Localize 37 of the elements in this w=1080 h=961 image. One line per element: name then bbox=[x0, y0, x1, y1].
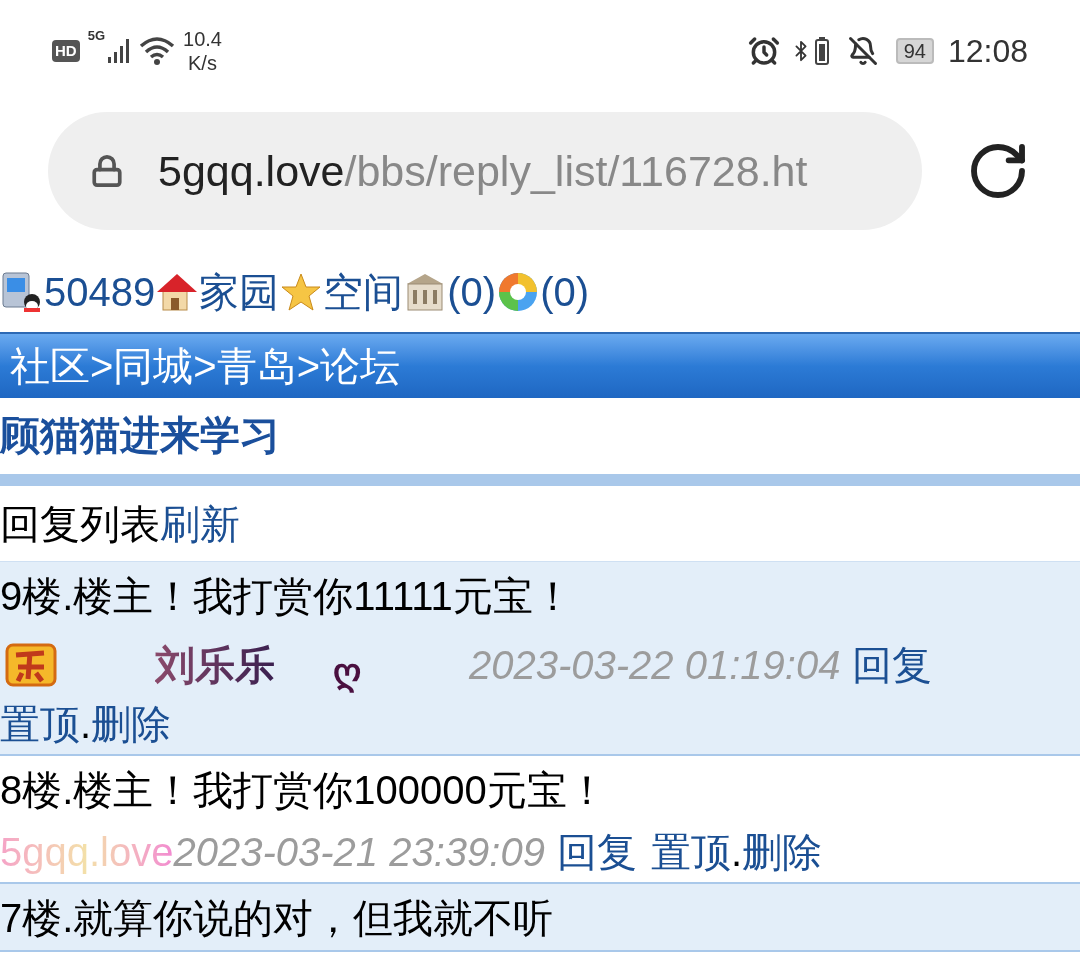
battery-level: 94 bbox=[895, 38, 934, 64]
pin-link[interactable]: 置顶 bbox=[650, 826, 731, 878]
delete-link[interactable]: 删除 bbox=[742, 826, 823, 878]
battery-icon bbox=[813, 36, 830, 66]
bell-off-icon bbox=[847, 36, 878, 66]
wifi-icon bbox=[139, 36, 175, 66]
reply-link[interactable]: 回复 bbox=[852, 639, 933, 691]
clock: 12:08 bbox=[947, 32, 1028, 71]
nav-link[interactable]: 家园 bbox=[199, 266, 280, 318]
reply-time: 2023-03-21 23:39:09 bbox=[173, 829, 545, 876]
reply-link[interactable]: 回复 bbox=[556, 826, 637, 878]
refresh-link[interactable]: 刷新 bbox=[160, 493, 240, 554]
signal-icon bbox=[107, 37, 131, 65]
pin-link[interactable]: 置顶 bbox=[0, 698, 80, 750]
author-mark: ღ bbox=[333, 650, 361, 695]
separator-dot: . bbox=[80, 701, 92, 748]
nav-link[interactable]: 50489 bbox=[44, 266, 156, 318]
breadcrumb: 社区>同城>青岛>论坛 bbox=[10, 343, 401, 390]
reply-text: 9楼.楼主！我打赏你11111元宝！ bbox=[0, 573, 574, 620]
nav-link[interactable]: 空间 bbox=[323, 266, 404, 318]
separator-dot: . bbox=[730, 829, 743, 876]
reply-text: 8楼.楼主！我打赏你100000元宝！ bbox=[0, 767, 608, 814]
reply-time: 2023-03-22 01:19:04 bbox=[469, 642, 841, 689]
network-type: 5G bbox=[87, 29, 105, 42]
speed-unit: K/s bbox=[188, 51, 217, 75]
lock-icon bbox=[90, 154, 124, 188]
nav-link[interactable]: (0) bbox=[540, 266, 589, 318]
address-bar[interactable]: 5gqq.love/bbs/reply_list/116728.ht bbox=[48, 112, 922, 230]
alarm-icon bbox=[747, 35, 780, 67]
network-speed: 10.4 bbox=[183, 27, 222, 51]
url-text: 5gqq.love/bbs/reply_list/116728.ht bbox=[158, 145, 808, 197]
badge-icon bbox=[4, 641, 58, 689]
list-label: 回复列表 bbox=[0, 500, 160, 548]
delete-link[interactable]: 删除 bbox=[91, 698, 172, 750]
nav-link[interactable]: (0) bbox=[447, 266, 497, 318]
reply-text: 7楼.就算你说的对，但我就不听 bbox=[0, 895, 555, 942]
hd-badge: HD bbox=[52, 40, 80, 62]
